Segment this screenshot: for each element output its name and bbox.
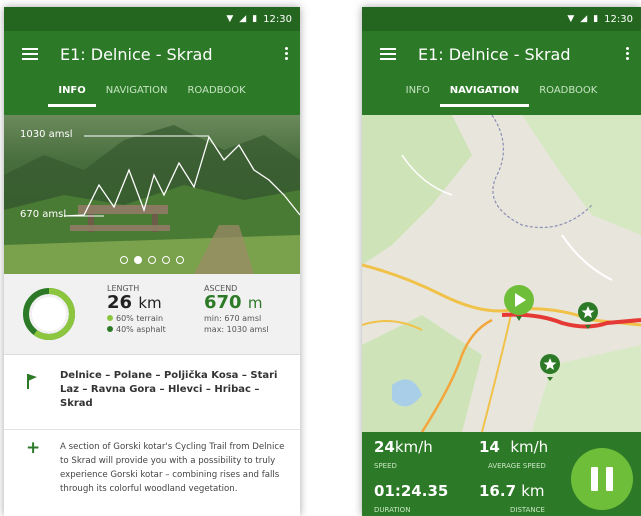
signal-icon: ◢ bbox=[580, 14, 588, 24]
ascend-max: max: 1030 amsl bbox=[204, 325, 269, 334]
tab-navigation[interactable]: NAVIGATION bbox=[439, 77, 530, 107]
poi-star-marker-icon[interactable] bbox=[538, 352, 562, 382]
distance-caption: DISTANCE bbox=[510, 506, 545, 514]
ascend-value: 670 bbox=[204, 292, 242, 313]
navigation-screen: ▼ ◢ ▮ 12:30 E1: Delnice - Skrad INFO NAV… bbox=[362, 7, 641, 516]
terrain-percent: 60% terrain bbox=[116, 314, 164, 323]
average-speed-unit: km/h bbox=[510, 438, 549, 456]
carousel-dot[interactable] bbox=[148, 256, 156, 264]
asphalt-percent: 40% asphalt bbox=[116, 325, 166, 334]
average-speed-value: 14 bbox=[479, 438, 500, 456]
distance-value: 16.7 bbox=[479, 482, 517, 500]
battery-icon: ▮ bbox=[593, 14, 599, 24]
tab-info[interactable]: INFO bbox=[48, 77, 96, 107]
tab-bar: INFO NAVIGATION ROADBOOK bbox=[362, 77, 641, 115]
distance-unit: km bbox=[521, 482, 545, 500]
ascend-stat: ASCEND 670 m min: 670 amsl max: 1030 ams… bbox=[204, 284, 269, 335]
length-value: 26 bbox=[107, 292, 133, 313]
hamburger-menu-icon[interactable] bbox=[22, 48, 38, 60]
app-bar: E1: Delnice - Skrad bbox=[362, 31, 641, 77]
tab-info[interactable]: INFO bbox=[396, 77, 440, 107]
carousel-indicator bbox=[4, 256, 300, 264]
plus-icon[interactable]: + bbox=[26, 438, 40, 458]
status-bar: ▼ ◢ ▮ 12:30 bbox=[4, 7, 300, 31]
map-canvas bbox=[362, 115, 641, 432]
elevation-min-label: 670 amsl bbox=[20, 209, 67, 220]
elevation-hero[interactable]: 1030 amsl 670 amsl bbox=[4, 115, 300, 274]
status-time: 12:30 bbox=[604, 13, 633, 25]
tab-bar: INFO NAVIGATION ROADBOOK bbox=[4, 77, 300, 115]
speed-caption: SPEED bbox=[374, 462, 397, 470]
duration-value: 01:24.35 bbox=[374, 482, 449, 500]
description-text: A section of Gorski kotar's Cycling Trai… bbox=[60, 442, 285, 494]
route-text: Delnice – Polane – Poljička Kosa – Stari… bbox=[60, 370, 278, 409]
speed-value: 24 bbox=[374, 438, 395, 456]
route-stops: Delnice – Polane – Poljička Kosa – Stari… bbox=[4, 355, 300, 430]
app-title: E1: Delnice - Skrad bbox=[60, 44, 213, 64]
wifi-icon: ▼ bbox=[567, 14, 575, 24]
app-title: E1: Delnice - Skrad bbox=[418, 44, 571, 64]
hamburger-menu-icon[interactable] bbox=[380, 48, 396, 60]
start-marker-play-icon[interactable] bbox=[502, 283, 536, 323]
overflow-menu-icon[interactable] bbox=[626, 47, 629, 61]
ascend-unit: m bbox=[247, 294, 263, 312]
carousel-dot[interactable] bbox=[120, 256, 128, 264]
carousel-dot[interactable] bbox=[162, 256, 170, 264]
status-bar: ▼ ◢ ▮ 12:30 bbox=[362, 7, 641, 31]
overflow-menu-icon[interactable] bbox=[285, 47, 288, 61]
trail-description: + A section of Gorski kotar's Cycling Tr… bbox=[4, 430, 300, 496]
info-screen: ▼ ◢ ▮ 12:30 E1: Delnice - Skrad INFO NAV… bbox=[4, 7, 300, 516]
wifi-icon: ▼ bbox=[226, 14, 234, 24]
ascend-min: min: 670 amsl bbox=[204, 314, 262, 323]
pause-button[interactable] bbox=[571, 448, 633, 510]
length-stat: LENGTH 26 km 60% terrain 40% asphalt bbox=[107, 284, 166, 335]
terrain-ring-chart bbox=[23, 288, 75, 340]
tab-roadbook[interactable]: ROADBOOK bbox=[529, 77, 607, 107]
tracking-panel: 24km/h SPEED 14 km/h AVERAGE SPEED 01:24… bbox=[362, 432, 641, 516]
average-speed-caption: AVERAGE SPEED bbox=[488, 462, 546, 470]
elevation-max-label: 1030 amsl bbox=[20, 129, 73, 140]
battery-icon: ▮ bbox=[252, 14, 258, 24]
status-time: 12:30 bbox=[263, 13, 292, 25]
speed-unit: km/h bbox=[394, 438, 433, 456]
carousel-dot-active[interactable] bbox=[134, 256, 142, 264]
duration-caption: DURATION bbox=[374, 506, 411, 514]
app-bar: E1: Delnice - Skrad bbox=[4, 31, 300, 77]
carousel-dot[interactable] bbox=[176, 256, 184, 264]
poi-star-marker-icon[interactable] bbox=[576, 300, 600, 330]
trail-stats: LENGTH 26 km 60% terrain 40% asphalt ASC… bbox=[4, 274, 300, 355]
route-map[interactable] bbox=[362, 115, 641, 432]
tab-navigation[interactable]: NAVIGATION bbox=[96, 77, 178, 107]
signal-icon: ◢ bbox=[239, 14, 247, 24]
length-unit: km bbox=[138, 294, 162, 312]
tab-roadbook[interactable]: ROADBOOK bbox=[177, 77, 255, 107]
flag-icon bbox=[27, 374, 37, 389]
